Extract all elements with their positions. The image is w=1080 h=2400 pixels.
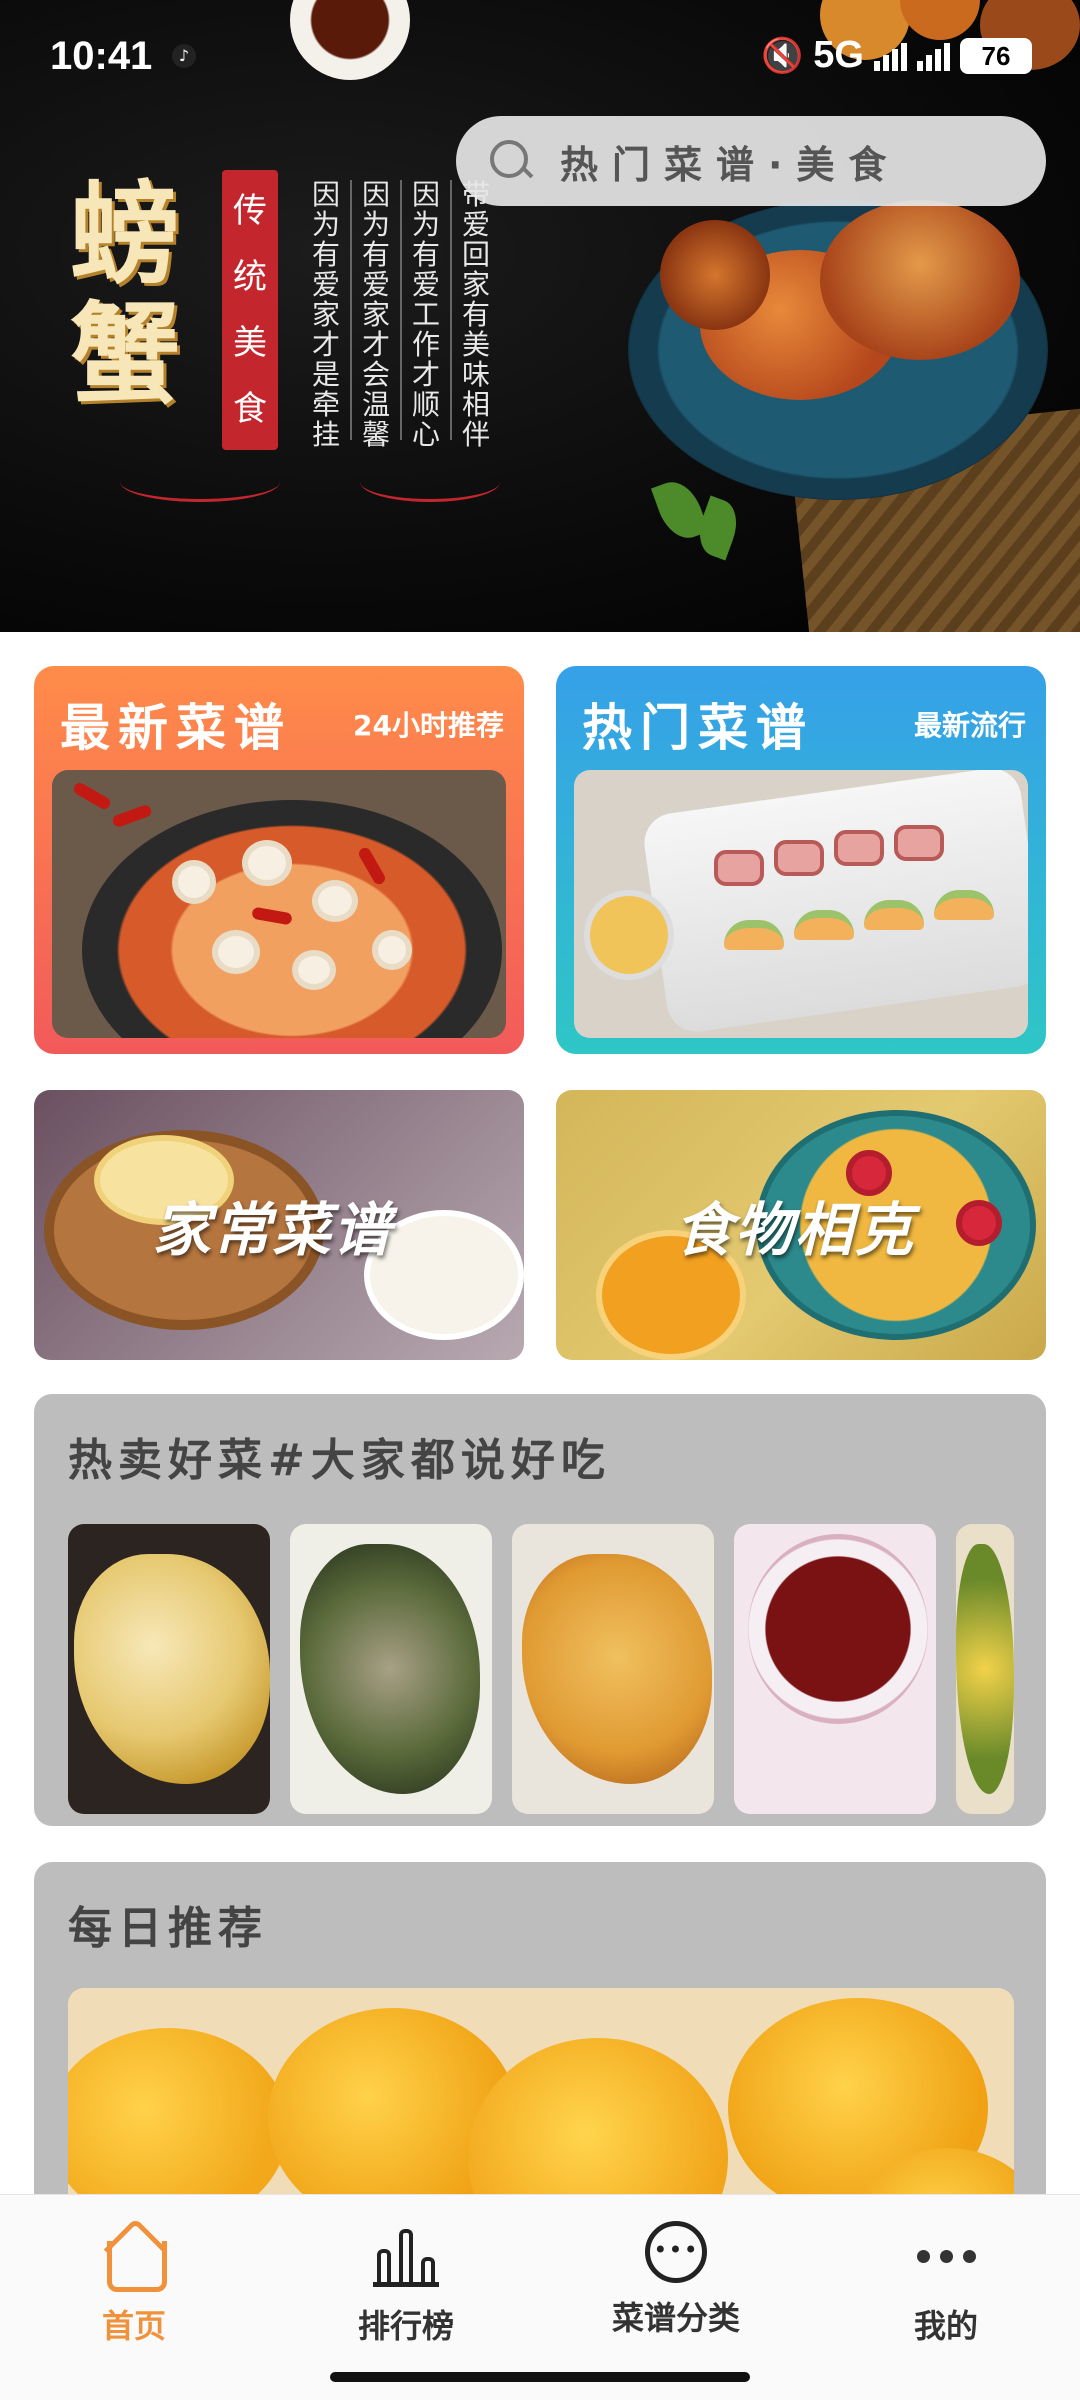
side-dish xyxy=(584,890,674,980)
divider xyxy=(450,180,452,440)
banner-title-char: 螃 xyxy=(70,170,180,299)
section-title: 每日推荐 xyxy=(68,1903,268,1954)
dish-food xyxy=(956,1544,1014,1794)
banner-poem-line: 带爱回家有美味相伴 xyxy=(461,180,490,451)
home-icon xyxy=(99,2221,169,2292)
tab-mine[interactable]: 我的 xyxy=(836,2221,1056,2347)
bar-chart-icon xyxy=(371,2221,441,2291)
search-placeholder: 热门菜谱·美食 xyxy=(560,142,901,187)
hot-dishes-carousel[interactable] xyxy=(68,1524,1014,1814)
home-recipes-card[interactable]: 家常菜谱 xyxy=(34,1090,524,1360)
crab-image xyxy=(660,220,770,330)
banner-poem-line: 因为有爱家才会温馨 xyxy=(361,178,390,451)
status-bar: 10:41 ♪ 🔇 5G 76 xyxy=(0,0,1080,110)
banner-title-char: 蟹 xyxy=(70,290,180,419)
dish-thumbnail[interactable] xyxy=(290,1524,492,1814)
dish-food xyxy=(74,1554,270,1784)
tab-label: 排行榜 xyxy=(357,2307,454,2345)
tab-home[interactable]: 首页 xyxy=(24,2221,244,2347)
meat-roll xyxy=(774,840,824,876)
card-title: 最新菜谱 xyxy=(60,698,292,757)
dish-food xyxy=(300,1544,480,1794)
tiktok-icon: ♪ xyxy=(172,44,196,68)
home-indicator[interactable] xyxy=(330,2372,750,2382)
divider xyxy=(400,180,402,440)
ornament-decoration xyxy=(120,462,280,502)
card-subtitle: 最新流行 xyxy=(913,709,1026,742)
status-time: 10:41 xyxy=(50,34,153,78)
squid-piece xyxy=(312,880,358,922)
squid-piece xyxy=(292,950,336,990)
seal-char: 美 xyxy=(233,323,267,363)
dish-thumbnail[interactable] xyxy=(512,1524,714,1814)
hot-dishes-section: 热卖好菜#大家都说好吃 xyxy=(34,1394,1046,1826)
card-overlay-title: 家常菜谱 xyxy=(149,1196,407,1264)
squid-piece xyxy=(372,930,412,970)
spicy-squid-pot-image xyxy=(52,770,506,1038)
banner-seal: 传 统 美 食 xyxy=(222,170,278,450)
squid-piece xyxy=(172,860,216,904)
tab-categories[interactable]: 菜谱分类 xyxy=(566,2221,786,2339)
tab-label: 我的 xyxy=(913,2307,978,2345)
search-icon xyxy=(486,136,536,186)
card-title: 热门菜谱 xyxy=(582,698,814,757)
dish-food xyxy=(522,1554,712,1784)
search-bar[interactable]: 热门菜谱·美食 xyxy=(456,116,1046,206)
hot-recipes-card[interactable]: 热门菜谱 最新流行 xyxy=(556,666,1046,1054)
seal-char: 统 xyxy=(233,257,267,297)
card-subtitle: 24小时推荐 xyxy=(353,709,504,742)
signal-icon xyxy=(874,41,907,71)
card-overlay-title: 食物相克 xyxy=(671,1196,929,1264)
chili-piece xyxy=(71,780,113,812)
squid-piece xyxy=(242,840,292,886)
dish-thumbnail[interactable] xyxy=(956,1524,1014,1814)
battery-icon: 76 xyxy=(960,37,1032,74)
meat-roll xyxy=(834,830,884,866)
divider xyxy=(350,180,352,440)
bottom-tab-bar: 首页 排行榜 菜谱分类 我的 xyxy=(0,2194,1080,2400)
chili-piece xyxy=(111,803,153,829)
category-icon xyxy=(645,2221,707,2283)
seal-char: 食 xyxy=(233,389,267,429)
dish-thumbnail[interactable] xyxy=(68,1524,270,1814)
squid-piece xyxy=(212,930,260,974)
food-incompatibility-card[interactable]: 食物相克 xyxy=(556,1090,1046,1360)
crab-image xyxy=(820,200,1020,360)
banquet-platter-image xyxy=(574,770,1028,1038)
teacup-image xyxy=(748,1534,928,1724)
banner-poem-line: 因为有爱工作才顺心 xyxy=(411,178,440,451)
mute-icon: 🔇 xyxy=(760,35,804,76)
meat-roll xyxy=(894,825,944,861)
ornament-decoration xyxy=(360,462,500,502)
section-title: 热卖好菜#大家都说好吃 xyxy=(68,1435,611,1486)
seal-char: 传 xyxy=(233,191,267,231)
latest-recipes-card[interactable]: 最新菜谱 24小时推荐 xyxy=(34,666,524,1054)
network-type: 5G xyxy=(813,34,864,76)
more-dots-icon xyxy=(911,2221,981,2291)
dish-thumbnail[interactable] xyxy=(734,1524,936,1814)
tab-label: 菜谱分类 xyxy=(611,2299,740,2337)
tab-ranking[interactable]: 排行榜 xyxy=(296,2221,516,2347)
tab-label: 首页 xyxy=(101,2307,166,2345)
meat-roll xyxy=(714,850,764,886)
signal-icon xyxy=(917,41,950,71)
pot-shape xyxy=(82,800,502,1038)
banner-poem-line: 因为有爱家才是牵挂 xyxy=(311,178,340,451)
